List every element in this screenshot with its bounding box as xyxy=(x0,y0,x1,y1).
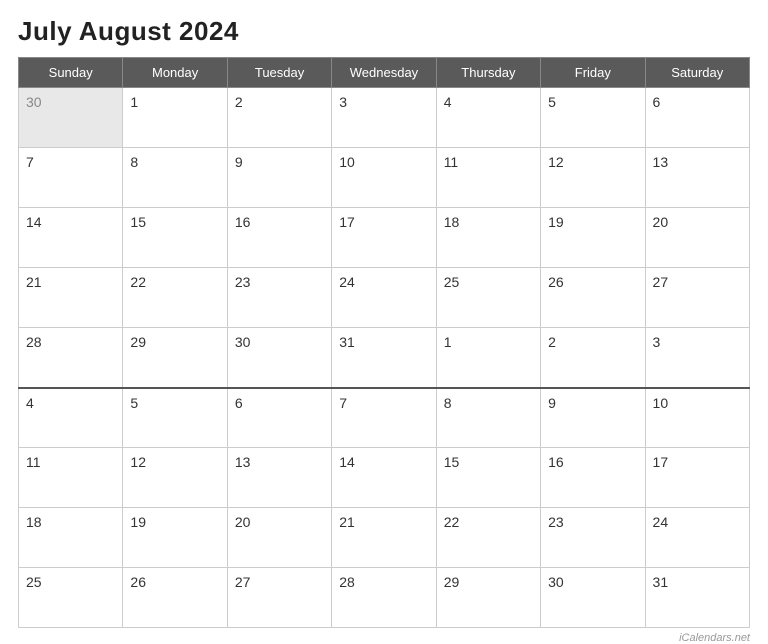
calendar-day-cell: 14 xyxy=(332,448,436,508)
calendar-day-cell: 2 xyxy=(541,328,645,388)
calendar-day-cell: 28 xyxy=(19,328,123,388)
calendar-day-cell: 7 xyxy=(332,388,436,448)
calendar-day-cell: 11 xyxy=(436,148,540,208)
calendar-day-cell: 14 xyxy=(19,208,123,268)
calendar-day-cell: 23 xyxy=(541,508,645,568)
watermark: iCalendars.net xyxy=(18,632,750,644)
calendar-day-cell: 25 xyxy=(436,268,540,328)
calendar-day-cell: 11 xyxy=(19,448,123,508)
calendar-day-cell: 12 xyxy=(123,448,227,508)
calendar-week-row: 28293031123 xyxy=(19,328,750,388)
calendar-week-row: 45678910 xyxy=(19,388,750,448)
calendar-day-cell: 13 xyxy=(645,148,749,208)
calendar-day-cell: 16 xyxy=(227,208,331,268)
calendar-day-cell: 22 xyxy=(123,268,227,328)
calendar-day-cell: 4 xyxy=(436,88,540,148)
calendar-title: July August 2024 xyxy=(18,16,750,47)
calendar-day-cell: 19 xyxy=(541,208,645,268)
calendar-week-row: 25262728293031 xyxy=(19,568,750,628)
calendar-day-cell: 18 xyxy=(19,508,123,568)
calendar-week-row: 78910111213 xyxy=(19,148,750,208)
calendar-day-cell: 17 xyxy=(332,208,436,268)
calendar-week-row: 11121314151617 xyxy=(19,448,750,508)
calendar-day-cell: 6 xyxy=(645,88,749,148)
calendar-day-cell: 16 xyxy=(541,448,645,508)
calendar-table: SundayMondayTuesdayWednesdayThursdayFrid… xyxy=(18,57,750,628)
calendar-day-cell: 29 xyxy=(123,328,227,388)
calendar-day-cell: 3 xyxy=(645,328,749,388)
calendar-day-cell: 30 xyxy=(227,328,331,388)
calendar-day-cell: 28 xyxy=(332,568,436,628)
calendar-day-cell: 13 xyxy=(227,448,331,508)
calendar-day-cell: 24 xyxy=(332,268,436,328)
calendar-day-cell: 27 xyxy=(645,268,749,328)
calendar-day-cell: 29 xyxy=(436,568,540,628)
calendar-day-cell: 7 xyxy=(19,148,123,208)
calendar-day-cell: 8 xyxy=(436,388,540,448)
calendar-day-cell: 20 xyxy=(645,208,749,268)
calendar-day-cell: 4 xyxy=(19,388,123,448)
calendar-day-cell: 21 xyxy=(19,268,123,328)
calendar-day-cell: 9 xyxy=(541,388,645,448)
calendar-week-row: 14151617181920 xyxy=(19,208,750,268)
calendar-day-cell: 26 xyxy=(123,568,227,628)
day-of-week-header: Saturday xyxy=(645,58,749,88)
calendar-week-row: 21222324252627 xyxy=(19,268,750,328)
day-of-week-header: Friday xyxy=(541,58,645,88)
calendar-day-cell: 30 xyxy=(19,88,123,148)
day-of-week-header: Thursday xyxy=(436,58,540,88)
calendar-day-cell: 1 xyxy=(123,88,227,148)
calendar-day-cell: 21 xyxy=(332,508,436,568)
calendar-day-cell: 22 xyxy=(436,508,540,568)
calendar-day-cell: 23 xyxy=(227,268,331,328)
calendar-day-cell: 10 xyxy=(332,148,436,208)
calendar-day-cell: 31 xyxy=(645,568,749,628)
calendar-week-row: 30123456 xyxy=(19,88,750,148)
calendar-day-cell: 6 xyxy=(227,388,331,448)
calendar-day-cell: 1 xyxy=(436,328,540,388)
calendar-day-cell: 30 xyxy=(541,568,645,628)
day-of-week-header: Tuesday xyxy=(227,58,331,88)
calendar-day-cell: 31 xyxy=(332,328,436,388)
calendar-day-cell: 24 xyxy=(645,508,749,568)
calendar-day-cell: 5 xyxy=(123,388,227,448)
calendar-day-cell: 17 xyxy=(645,448,749,508)
day-of-week-header: Monday xyxy=(123,58,227,88)
calendar-day-cell: 3 xyxy=(332,88,436,148)
calendar-week-row: 18192021222324 xyxy=(19,508,750,568)
calendar-day-cell: 19 xyxy=(123,508,227,568)
calendar-day-cell: 15 xyxy=(123,208,227,268)
calendar-day-cell: 20 xyxy=(227,508,331,568)
calendar-day-cell: 12 xyxy=(541,148,645,208)
calendar-day-cell: 15 xyxy=(436,448,540,508)
calendar-day-cell: 25 xyxy=(19,568,123,628)
day-of-week-header: Wednesday xyxy=(332,58,436,88)
calendar-day-cell: 9 xyxy=(227,148,331,208)
calendar-day-cell: 10 xyxy=(645,388,749,448)
calendar-day-cell: 27 xyxy=(227,568,331,628)
calendar-day-cell: 2 xyxy=(227,88,331,148)
calendar-day-cell: 8 xyxy=(123,148,227,208)
calendar-day-cell: 26 xyxy=(541,268,645,328)
calendar-day-cell: 5 xyxy=(541,88,645,148)
calendar-day-cell: 18 xyxy=(436,208,540,268)
day-of-week-header: Sunday xyxy=(19,58,123,88)
